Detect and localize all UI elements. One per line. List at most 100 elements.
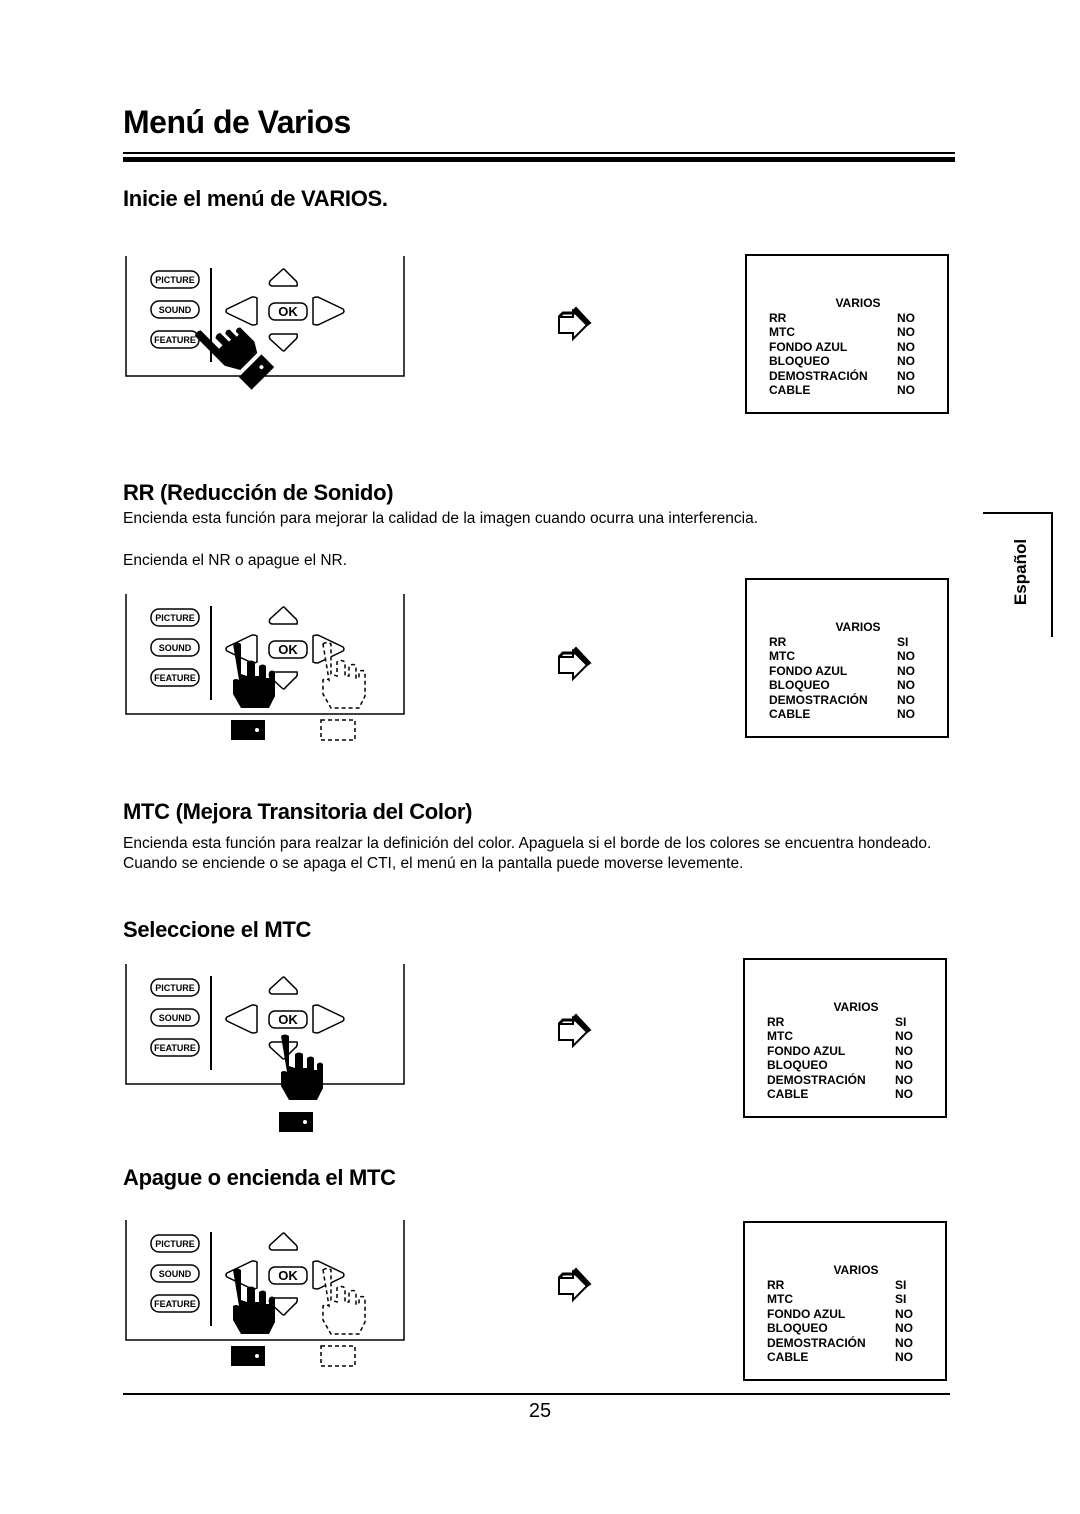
osd-row-label: DEMOSTRACIÓN [769, 368, 868, 383]
right-arrow-icon [555, 1266, 595, 1306]
osd-menu-row: MTC NO [767, 1029, 917, 1044]
osd-menu-row: MTC NO [769, 649, 919, 664]
arrow-up-button[interactable] [268, 976, 298, 995]
osd-menu-row: FONDO AZUL NO [767, 1307, 917, 1322]
remote-button-label: PICTURE [155, 275, 195, 285]
osd-menu-row: BLOQUEO NO [769, 354, 919, 369]
osd-row-label: BLOQUEO [767, 1058, 828, 1072]
remote-button-feature[interactable]: FEATURE [150, 1038, 200, 1057]
arrow-right-button[interactable] [312, 1004, 345, 1034]
title-rule-thick [123, 157, 955, 162]
arrow-up-button[interactable] [268, 606, 298, 625]
osd-menu-row: CABLE NO [769, 707, 919, 722]
arrow-glyph [557, 1267, 592, 1303]
ok-button[interactable]: OK [268, 640, 308, 659]
osd-row-label: MTC [769, 649, 795, 663]
remote-button-picture[interactable]: PICTURE [150, 1234, 200, 1253]
osd-row-label: FONDO AZUL [769, 663, 848, 678]
section-heading-start-menu: Inicie el menú de VARIOS. [123, 186, 388, 211]
osd-menu-row: FONDO AZUL NO [769, 664, 919, 679]
ok-button[interactable]: OK [268, 302, 308, 321]
osd-row-value: NO [897, 325, 915, 339]
osd-title: VARIOS [833, 1000, 879, 1014]
remote-button-label: FEATURE [154, 1043, 196, 1053]
remote-button-feature[interactable]: FEATURE [150, 330, 200, 349]
arrow-left-button[interactable] [225, 634, 258, 664]
osd-row-value: NO [897, 368, 915, 383]
osd-row-value: NO [895, 1087, 913, 1101]
arrow-up-button[interactable] [268, 1232, 298, 1251]
osd-row-value: NO [897, 383, 915, 397]
osd-row-value: NO [897, 310, 915, 325]
osd-row-label: BLOQUEO [769, 678, 830, 692]
remote-panel: PICTURE SOUND FEATURE OK [125, 256, 405, 390]
osd-row-label: DEMOSTRACIÓN [767, 1335, 866, 1350]
osd-row-value: SI [895, 1277, 907, 1292]
arrow-left-button[interactable] [225, 296, 258, 326]
osd-menu-row: DEMOSTRACIÓN NO [767, 1073, 917, 1088]
remote-button-feature[interactable]: FEATURE [150, 1294, 200, 1313]
remote-button-sound[interactable]: SOUND [150, 1008, 200, 1027]
osd-row-value: NO [897, 663, 915, 678]
osd-row-label: RR [769, 310, 787, 325]
hand-pointer-icon [279, 1034, 323, 1132]
title-rule-thin [123, 152, 955, 154]
osd-row-label: BLOQUEO [767, 1321, 828, 1335]
osd-screen: VARIOS RR NO MTC NO FONDO AZUL NO BLOQUEO NO DEMO… [745, 254, 949, 414]
osd-row-value: NO [895, 1058, 913, 1072]
ok-button[interactable]: OK [268, 1010, 308, 1029]
arrow-left-button[interactable] [225, 1260, 258, 1290]
osd-row-value: NO [897, 707, 915, 721]
remote-button-label: FEATURE [154, 673, 196, 683]
page-number: 25 [528, 1400, 552, 1422]
remote-button-picture[interactable]: PICTURE [150, 978, 200, 997]
osd-row-value: SI [895, 1292, 907, 1306]
osd-row-label: DEMOSTRACIÓN [767, 1072, 866, 1087]
osd-menu: VARIOS RR SI MTC SI FONDO AZUL NO BLOQUEO NO DEMO… [767, 1263, 917, 1365]
osd-menu: VARIOS RR NO MTC NO FONDO AZUL NO BLOQUEO NO DEMO… [769, 296, 919, 398]
osd-row-label: MTC [767, 1292, 793, 1306]
remote-button-picture[interactable]: PICTURE [150, 270, 200, 289]
osd-row-value: NO [895, 1335, 913, 1350]
remote-button-sound[interactable]: SOUND [150, 300, 200, 319]
remote-button-label: PICTURE [155, 613, 195, 623]
ok-button-label: OK [278, 642, 298, 657]
osd-row-label: FONDO AZUL [767, 1043, 846, 1058]
remote-button-picture[interactable]: PICTURE [150, 608, 200, 627]
osd-menu: VARIOS RR SI MTC NO FONDO AZUL NO BLOQUEO NO DEMO… [767, 1000, 917, 1102]
osd-menu-row: MTC NO [769, 325, 919, 340]
osd-title: VARIOS [835, 620, 881, 634]
remote-button-sound[interactable]: SOUND [150, 1264, 200, 1283]
remote-button-label: SOUND [159, 305, 192, 315]
hand-outline-icon [320, 1267, 366, 1367]
osd-menu-row: DEMOSTRACIÓN NO [767, 1336, 917, 1351]
osd-row-label: RR [767, 1277, 785, 1292]
ok-button-label: OK [278, 1012, 298, 1027]
ok-button[interactable]: OK [268, 1266, 308, 1285]
osd-row-label: CABLE [767, 1350, 809, 1364]
remote-button-label: SOUND [159, 643, 192, 653]
osd-row-value: NO [897, 339, 915, 354]
osd-row-label: BLOQUEO [769, 354, 830, 368]
section-paragraph: Encienda el NR o apague el NR. [123, 552, 348, 569]
osd-row-value: NO [897, 678, 915, 692]
osd-row-label: MTC [767, 1029, 793, 1043]
osd-row-label: MTC [769, 325, 795, 339]
osd-screen: VARIOS RR SI MTC NO FONDO AZUL NO BLOQUEO NO DEMO… [745, 578, 949, 738]
section-heading-rr: RR (Reducción de Sonido) [123, 480, 394, 505]
osd-row-value: NO [895, 1350, 913, 1364]
arrow-down-button[interactable] [268, 333, 298, 352]
remote-panel: PICTURE SOUND FEATURE OK [125, 964, 405, 1132]
remote-button-label: FEATURE [154, 335, 196, 345]
osd-menu-row: CABLE NO [767, 1087, 917, 1102]
side-tab-right-border [1051, 512, 1053, 637]
osd-row-label: CABLE [769, 707, 811, 721]
remote-button-feature[interactable]: FEATURE [150, 668, 200, 687]
remote-button-sound[interactable]: SOUND [150, 638, 200, 657]
arrow-up-button[interactable] [268, 268, 298, 287]
osd-screen: VARIOS RR SI MTC NO FONDO AZUL NO BLOQUEO NO DEMO… [743, 958, 947, 1118]
arrow-left-button[interactable] [225, 1004, 258, 1034]
section-paragraph: Encienda esta función para realzar la de… [123, 835, 932, 872]
remote-button-label: PICTURE [155, 1239, 195, 1249]
arrow-right-button[interactable] [312, 296, 345, 326]
